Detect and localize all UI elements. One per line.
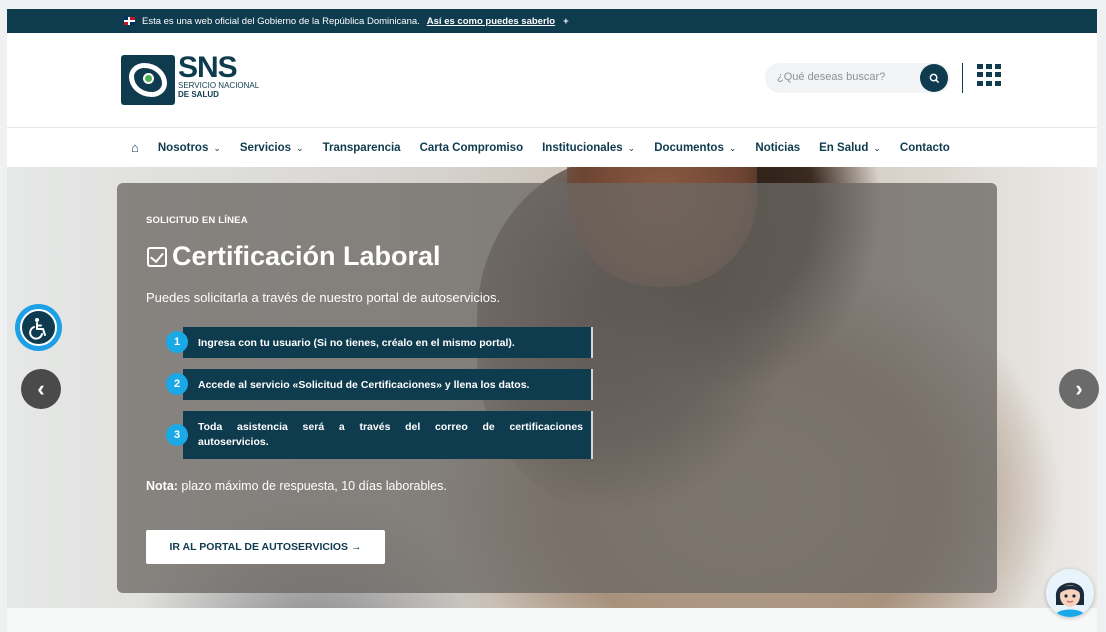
gov-banner-text: Esta es una web oficial del Gobierno de … [142, 15, 420, 27]
logo-acronym: SNS [178, 51, 238, 84]
nav-item-nosotros[interactable]: Nosotros ⌄ [158, 142, 221, 154]
logo-line1: SERVICIO NACIONAL [178, 81, 260, 90]
gov-banner-link[interactable]: Así es como puedes saberlo [427, 16, 555, 27]
chevron-down-icon: ⌄ [627, 142, 636, 153]
hero-card: SOLICITUD EN LÍNEA Certificación Laboral… [117, 183, 997, 593]
step-item: 3 Toda asistencia será a través del corr… [166, 411, 593, 459]
site-header: SNS SERVICIO NACIONAL DE SALUD [7, 33, 1097, 127]
chevron-down-icon: ⌄ [213, 142, 221, 153]
nav-item-contacto[interactable]: Contacto [900, 142, 950, 154]
carousel-prev-button[interactable]: ‹ [21, 369, 61, 409]
chevron-down-icon: ⌄ [728, 142, 737, 153]
gov-banner: Esta es una web oficial del Gobierno de … [7, 9, 1097, 33]
step-number-badge: 2 [166, 373, 188, 395]
search-button[interactable] [920, 64, 948, 92]
step-number-badge: 1 [166, 331, 188, 353]
chevron-down-icon: ⌄ [873, 142, 881, 153]
home-icon[interactable]: ⌂ [131, 140, 139, 155]
hero-title: Certificación Laboral [147, 241, 441, 272]
note-label: Nota: [146, 479, 178, 493]
header-divider [962, 63, 963, 93]
step-text: Accede al servicio «Solicitud de Certifi… [198, 378, 530, 391]
hero-note: Nota: plazo máximo de respuesta, 10 días… [146, 479, 447, 493]
step-item: 1 Ingresa con tu usuario (Si no tienes, … [166, 327, 593, 358]
search-input[interactable] [777, 71, 917, 83]
search-icon [929, 73, 939, 83]
step-item: 2 Accede al servicio «Solicitud de Certi… [166, 369, 593, 400]
hero-title-text: Certificación Laboral [172, 241, 441, 271]
apps-grid-icon[interactable] [977, 64, 1001, 86]
step-text: Toda asistencia será a través del correo… [198, 421, 583, 448]
carousel-next-button[interactable]: › [1059, 369, 1099, 409]
nav-item-en-salud[interactable]: En Salud ⌄ [819, 142, 881, 154]
step-text: Ingresa con tu usuario (Si no tienes, cr… [198, 336, 515, 349]
nav-item-institucionales[interactable]: Institucionales ⌄ [542, 142, 635, 154]
below-hero-strip [7, 608, 1097, 632]
chevron-down-icon: ⌄ [296, 142, 304, 153]
portal-cta-button[interactable]: IR AL PORTAL DE AUTOSERVICIOS → [146, 530, 385, 564]
nav-item-transparencia[interactable]: Transparencia [323, 142, 401, 154]
dominican-flag-icon [124, 17, 135, 25]
chat-assistant-avatar-icon[interactable] [1046, 569, 1094, 617]
nav-item-documentos[interactable]: Documentos ⌄ [654, 142, 736, 154]
search-box [765, 63, 950, 93]
wheelchair-icon [20, 309, 57, 346]
hero-carousel: SOLICITUD EN LÍNEA Certificación Laboral… [7, 167, 1097, 608]
note-text: plazo máximo de respuesta, 10 días labor… [177, 479, 447, 493]
checkbox-icon [147, 246, 167, 267]
sns-logo-mark-icon [121, 55, 175, 105]
hero-eyebrow: SOLICITUD EN LÍNEA [146, 215, 248, 226]
nav-item-servicios[interactable]: Servicios ⌄ [240, 142, 304, 154]
main-nav: ⌂ Nosotros ⌄ Servicios ⌄ Transparencia Car… [7, 127, 1097, 167]
sns-logo[interactable]: SNS SERVICIO NACIONAL DE SALUD [121, 51, 260, 105]
gov-banner-toggle[interactable]: + [563, 16, 569, 27]
page: Esta es una web oficial del Gobierno de … [0, 0, 1106, 632]
logo-text: SNS SERVICIO NACIONAL DE SALUD [178, 51, 260, 100]
logo-line2: DE SALUD [178, 90, 219, 99]
step-number-badge: 3 [166, 424, 188, 446]
nav-item-carta-compromiso[interactable]: Carta Compromiso [420, 142, 524, 154]
nav-item-noticias[interactable]: Noticias [755, 142, 800, 154]
accessibility-button[interactable] [15, 304, 62, 351]
hero-description: Puedes solicitarla a través de nuestro p… [146, 290, 501, 305]
